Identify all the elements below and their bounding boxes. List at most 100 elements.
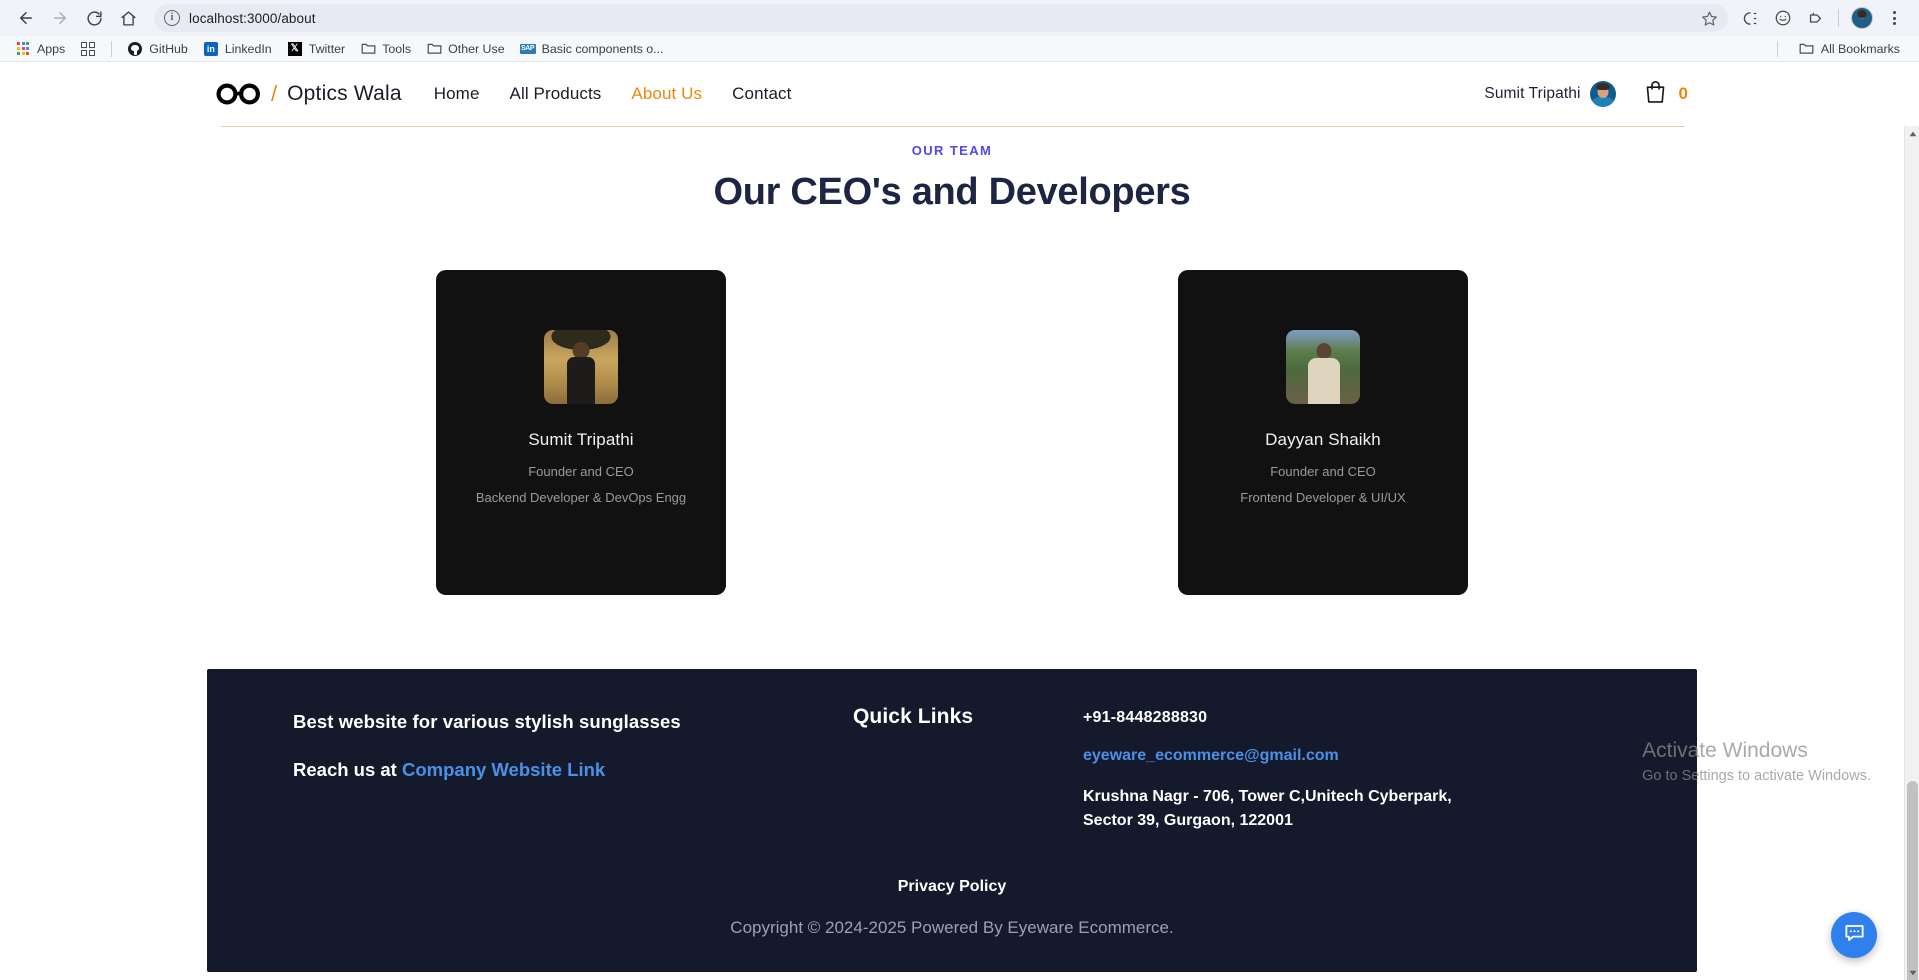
bookmark-folder-tools[interactable]: Tools (353, 38, 418, 60)
toolbar-actions (1736, 3, 1909, 33)
footer-column-quick-links: Quick Links (853, 705, 1083, 832)
all-bookmarks-button[interactable]: All Bookmarks (1792, 38, 1907, 60)
scrollbar-thumb[interactable] (1907, 781, 1918, 980)
team-section: OUR TEAM Our CEO's and Developers Sumit … (0, 127, 1904, 595)
bookmark-label: Apps (37, 41, 66, 56)
chat-bubble-icon (1843, 921, 1866, 949)
site-info-icon[interactable]: i (164, 10, 180, 26)
nav-item-contact[interactable]: Contact (732, 84, 791, 104)
user-name-label: Sumit Tripathi (1484, 85, 1581, 102)
bookmark-label: GitHub (149, 41, 188, 56)
nav-item-home[interactable]: Home (434, 84, 480, 104)
footer-column-contact: +91-8448288830 eyeware_ecommerce@gmail.c… (1083, 705, 1452, 832)
bookmark-label: Other Use (448, 41, 505, 56)
member-photo (544, 330, 618, 404)
bookmark-label: Twitter (308, 41, 346, 56)
sap-icon: SAP (519, 43, 536, 54)
nav-item-about-us[interactable]: About Us (631, 84, 702, 104)
scroll-down-arrow-icon[interactable] (1905, 965, 1919, 980)
bookmark-label: LinkedIn (224, 41, 272, 56)
all-bookmarks-area: All Bookmarks (1770, 38, 1911, 60)
page-viewport: / Optics Wala Home All Products About Us… (0, 63, 1919, 980)
github-icon (127, 41, 143, 57)
team-card[interactable]: Sumit Tripathi Founder and CEO Backend D… (436, 270, 726, 595)
page-scrollbar[interactable] (1904, 126, 1919, 980)
footer-copyright: Copyright © 2024-2025 Powered By Eyeware… (730, 918, 1174, 938)
brand-logo[interactable]: / Optics Wala (216, 81, 402, 107)
member-photo (1286, 330, 1360, 404)
glasses-icon (216, 83, 262, 105)
site-header: / Optics Wala Home All Products About Us… (216, 63, 1688, 109)
member-name: Dayyan Shaikh (1265, 430, 1381, 449)
member-role: Founder and CEO (528, 464, 634, 479)
section-eyebrow: OUR TEAM (911, 143, 993, 158)
footer-address-line-1: Krushna Nagr - 706, Tower C,Unitech Cybe… (1083, 788, 1452, 805)
avatar (1589, 81, 1616, 107)
address-bar[interactable]: i localhost:3000/about (154, 4, 1728, 32)
bookmark-apps[interactable]: Apps (8, 38, 72, 60)
kebab-menu-icon (1892, 11, 1896, 25)
bookmark-tab-groups[interactable] (73, 38, 103, 60)
user-account-button[interactable]: Sumit Tripathi (1484, 81, 1616, 107)
footer-privacy-row: Privacy Policy (207, 878, 1697, 896)
browser-window: i localhost:3000/about Apps GitHub in Li… (0, 0, 1919, 980)
bookmark-basic-components[interactable]: SAP Basic components o... (513, 38, 671, 60)
linkedin-icon: in (203, 41, 219, 57)
folder-icon (360, 41, 376, 57)
folder-icon (426, 41, 442, 57)
footer-reach-line: Reach us at Company Website Link (293, 759, 853, 781)
nav-item-all-products[interactable]: All Products (510, 84, 602, 104)
toolbar-divider (1838, 9, 1839, 27)
tab-groups-icon (80, 41, 96, 57)
footer-address-line-2: Sector 39, Gurgaon, 122001 (1083, 811, 1293, 829)
member-role: Founder and CEO (1270, 464, 1376, 479)
page-title: Our CEO's and Developers (713, 171, 1191, 213)
extensions-icon[interactable] (1800, 3, 1830, 33)
profile-avatar-icon (1851, 7, 1873, 29)
footer-tagline: Best website for various stylish sunglas… (293, 711, 681, 732)
quick-links-heading: Quick Links (853, 705, 974, 728)
bookmarks-divider-right (1776, 40, 1778, 57)
footer-email-link[interactable]: eyeware_ecommerce@gmail.com (1083, 747, 1339, 765)
bookmark-folder-other-use[interactable]: Other Use (419, 38, 511, 60)
footer-address: Krushna Nagr - 706, Tower C,Unitech Cybe… (1083, 785, 1452, 832)
bookmark-star-icon[interactable] (1701, 10, 1718, 27)
company-website-link[interactable]: Company Website Link (402, 759, 605, 780)
chrome-menu-button[interactable] (1879, 3, 1909, 33)
apps-grid-icon (15, 41, 31, 57)
brand-name: Optics Wala (287, 82, 402, 105)
bookmark-twitter[interactable]: 𝕏 Twitter (280, 38, 353, 60)
page-content: / Optics Wala Home All Products About Us… (0, 63, 1904, 973)
home-button[interactable] (112, 2, 144, 34)
browser-toolbar: i localhost:3000/about (0, 0, 1919, 36)
team-card[interactable]: Dayyan Shaikh Founder and CEO Frontend D… (1178, 270, 1468, 595)
all-bookmarks-label: All Bookmarks (1820, 41, 1900, 56)
url-text: localhost:3000/about (189, 10, 316, 26)
bookmark-linkedin[interactable]: in LinkedIn (196, 38, 279, 60)
cart-count: 0 (1678, 84, 1688, 103)
privacy-policy-link[interactable]: Privacy Policy (898, 878, 1007, 895)
profile-button[interactable] (1847, 3, 1877, 33)
reload-button[interactable] (78, 2, 110, 34)
team-cards: Sumit Tripathi Founder and CEO Backend D… (0, 270, 1904, 595)
footer-phone: +91-8448288830 (1083, 709, 1208, 726)
member-name: Sumit Tripathi (528, 430, 634, 449)
bookmark-github[interactable]: GitHub (120, 38, 195, 60)
bookmarks-bar: Apps GitHub in LinkedIn 𝕏 Twitter Tools (0, 36, 1919, 62)
brand-separator: / (271, 81, 278, 106)
footer-column-about: Best website for various stylish sunglas… (293, 705, 853, 832)
cart-button[interactable]: 0 (1644, 79, 1688, 109)
scroll-up-arrow-icon[interactable] (1905, 126, 1919, 141)
split-screen-icon[interactable] (1736, 3, 1766, 33)
back-button[interactable] (10, 2, 42, 34)
site-footer: Best website for various stylish sunglas… (207, 669, 1697, 973)
footer-reach-prefix: Reach us at (293, 759, 402, 780)
bookmarks-divider (111, 40, 113, 57)
shopping-bag-icon (1644, 79, 1667, 109)
twitter-x-icon: 𝕏 (287, 41, 303, 57)
history-icon[interactable] (1768, 3, 1798, 33)
forward-button[interactable] (44, 2, 76, 34)
bookmark-label: Tools (382, 41, 412, 56)
main-navigation: Home All Products About Us Contact (434, 84, 792, 104)
chat-support-button[interactable] (1831, 912, 1877, 958)
